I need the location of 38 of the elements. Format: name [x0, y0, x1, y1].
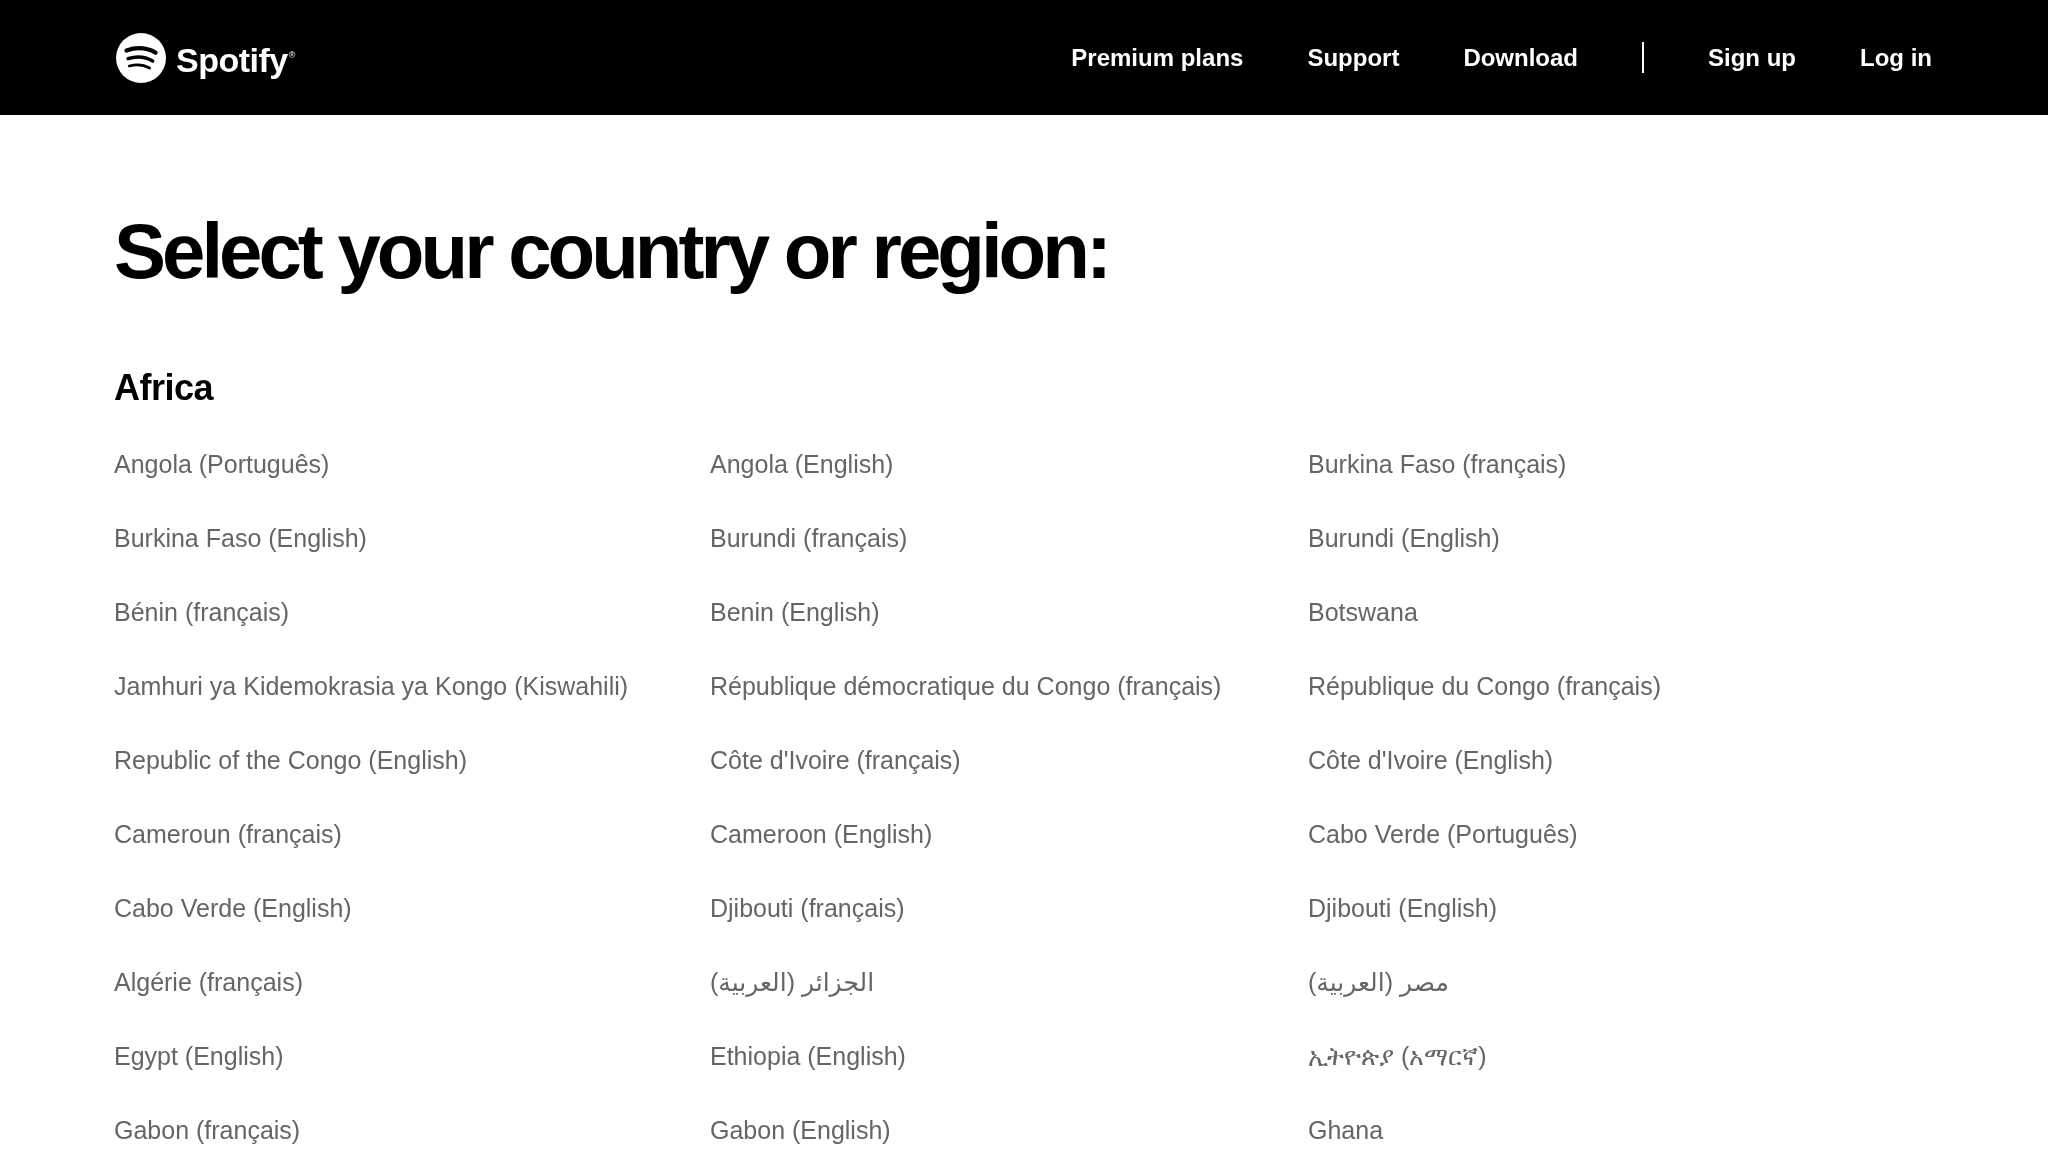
country-link[interactable]: Angola (English) — [710, 448, 894, 480]
country-link[interactable]: Egypt (English) — [114, 1040, 284, 1072]
country-link[interactable]: Republic of the Congo (English) — [114, 744, 467, 776]
nav-link[interactable]: Download — [1463, 42, 1579, 73]
country-link[interactable]: Jamhuri ya Kidemokrasia ya Kongo (Kiswahili) — [114, 670, 629, 702]
region-heading: Africa — [114, 366, 215, 409]
country-link[interactable]: Cameroun (français) — [114, 818, 342, 850]
account-link[interactable]: Log in — [1860, 42, 1932, 73]
country-link[interactable]: Djibouti (English) — [1308, 892, 1497, 924]
country-link[interactable]: Burundi (français) — [710, 522, 908, 554]
country-link[interactable]: مصر (العربية) — [1308, 966, 1449, 998]
country-link[interactable]: Burundi (English) — [1308, 522, 1500, 554]
country-link[interactable]: Côte d'Ivoire (français) — [710, 744, 961, 776]
country-link[interactable]: Côte d'Ivoire (English) — [1308, 744, 1554, 776]
logo-icon[interactable] — [116, 32, 166, 83]
country-link[interactable]: ኢትዮጵያ (አማርኛ) — [1308, 1040, 1487, 1072]
account-link[interactable]: Sign up — [1708, 42, 1796, 73]
nav-link[interactable]: Premium plans — [1071, 42, 1244, 73]
logo-wordmark[interactable]: Spotify$^{®}$ — [176, 35, 295, 80]
country-link[interactable]: République démocratique du Congo (français) — [710, 670, 1222, 702]
country-link[interactable]: Ghana — [1308, 1114, 1384, 1146]
country-link[interactable]: Angola (Português) — [114, 448, 330, 480]
country-link[interactable]: Gabon (English) — [710, 1114, 891, 1146]
country-link[interactable]: République du Congo (français) — [1308, 670, 1661, 702]
country-link[interactable]: Cabo Verde (Português) — [1308, 818, 1578, 850]
country-link[interactable]: Botswana — [1308, 596, 1418, 628]
nav-link[interactable]: Support — [1307, 42, 1400, 73]
country-link[interactable]: Bénin (français) — [114, 596, 290, 628]
country-link[interactable]: Cabo Verde (English) — [114, 892, 352, 924]
country-link[interactable]: الجزائر (العربية) — [710, 966, 875, 998]
country-link[interactable]: Algérie (français) — [114, 966, 303, 998]
country-link[interactable]: Burkina Faso (English) — [114, 522, 367, 554]
country-link[interactable]: Benin (English) — [710, 596, 880, 628]
country-link[interactable]: Ethiopia (English) — [710, 1040, 906, 1072]
country-link[interactable]: Gabon (français) — [114, 1114, 301, 1146]
country-link[interactable]: Cameroon (English) — [710, 818, 933, 850]
country-link[interactable]: Burkina Faso (français) — [1308, 448, 1567, 480]
country-link[interactable]: Djibouti (français) — [710, 892, 905, 924]
